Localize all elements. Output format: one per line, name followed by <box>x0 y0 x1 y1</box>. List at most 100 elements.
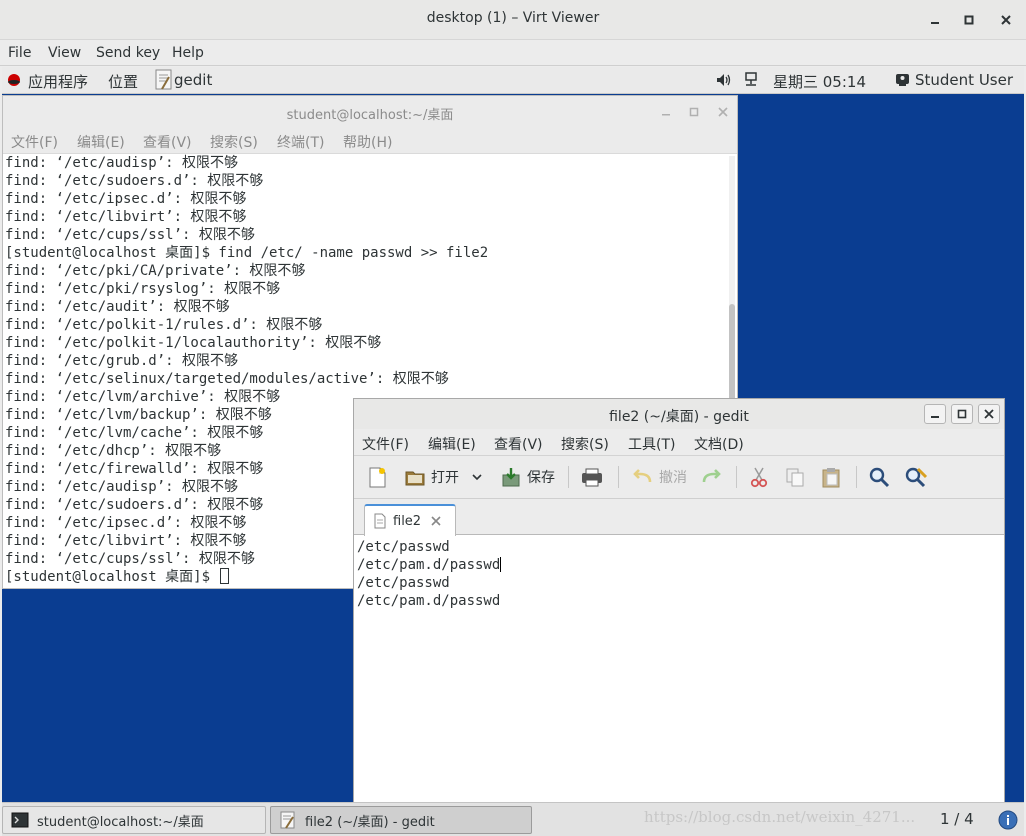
menu-send-key[interactable]: Send key <box>96 45 160 61</box>
text-line: /etc/passwd <box>357 539 450 555</box>
gedit-app-icon <box>154 69 174 91</box>
new-document-button[interactable] <box>366 464 388 490</box>
find-button[interactable] <box>868 464 890 490</box>
paste-button[interactable] <box>820 464 842 490</box>
terminal-maximize-button[interactable] <box>687 105 701 119</box>
network-icon[interactable] <box>744 72 758 88</box>
terminal-titlebar[interactable]: student@localhost:~/桌面 <box>3 96 737 128</box>
menu-view[interactable]: View <box>48 45 81 61</box>
search-icon <box>869 467 890 488</box>
terminal-menu-terminal[interactable]: 终端(T) <box>277 132 324 152</box>
toolbar-separator <box>568 466 569 488</box>
save-icon <box>502 468 520 487</box>
text-line-with-caret: /etc/pam.d/passwd <box>357 556 997 574</box>
bottom-panel: student@localhost:~/桌面 file2 (~/桌面) - ge… <box>2 802 1024 836</box>
terminal-line: find: ‘/etc/audit’: 权限不够 <box>5 299 230 315</box>
volume-icon[interactable] <box>716 73 732 87</box>
workspace-pager[interactable]: 1 / 4 <box>940 810 974 828</box>
redhat-icon <box>7 73 21 87</box>
redo-button[interactable] <box>700 464 724 490</box>
gedit-window[interactable]: file2 (~/桌面) - gedit 文件(F) 编辑(E) 查看(V) 搜… <box>353 398 1005 836</box>
paste-icon <box>822 468 840 488</box>
taskbar-item-label: file2 (~/桌面) - gedit <box>305 814 435 830</box>
running-app-label[interactable]: gedit <box>174 71 212 89</box>
gedit-menu-view[interactable]: 查看(V) <box>494 434 543 454</box>
gedit-maximize-button[interactable] <box>951 404 973 424</box>
menu-help[interactable]: Help <box>172 45 204 61</box>
terminal-minimize-button[interactable] <box>659 105 673 119</box>
terminal-menu-view[interactable]: 查看(V) <box>143 132 192 152</box>
new-document-icon <box>369 467 386 488</box>
text-line: /etc/pam.d/passwd <box>357 593 501 609</box>
terminal-cursor <box>220 568 230 584</box>
gedit-menu-documents[interactable]: 文档(D) <box>694 434 744 454</box>
close-icon <box>718 107 728 117</box>
menu-file[interactable]: File <box>8 45 31 61</box>
open-button[interactable]: 打开 <box>404 464 483 490</box>
copy-button[interactable] <box>784 464 806 490</box>
places-menu[interactable]: 位置 <box>108 71 138 92</box>
maximize-icon <box>957 409 967 419</box>
terminal-prompt: [student@localhost 桌面]$ <box>5 569 219 585</box>
terminal-line: find: ‘/etc/cups/ssl’: 权限不够 <box>5 227 255 243</box>
cut-button[interactable] <box>748 464 770 490</box>
find-replace-button[interactable] <box>904 464 928 490</box>
minimize-icon <box>931 22 939 24</box>
clock[interactable]: 星期三 05:14 <box>773 71 866 92</box>
terminal-menu-file[interactable]: 文件(F) <box>11 132 58 152</box>
terminal-line: find: ‘/etc/polkit-1/localauthority’: 权限… <box>5 335 382 351</box>
close-icon[interactable] <box>431 516 441 526</box>
tab-file2[interactable]: file2 <box>364 504 456 536</box>
folder-icon <box>405 471 425 486</box>
viewer-maximize-button[interactable] <box>958 9 980 31</box>
gedit-menu-search[interactable]: 搜索(S) <box>561 434 609 454</box>
gedit-menubar: 文件(F) 编辑(E) 查看(V) 搜索(S) 工具(T) 文档(D) <box>354 429 1004 456</box>
terminal-menu-edit[interactable]: 编辑(E) <box>77 132 125 152</box>
taskbar-item-label: student@localhost:~/桌面 <box>37 814 204 830</box>
text-line: /etc/passwd <box>357 575 450 591</box>
printer-icon <box>582 468 602 487</box>
info-icon[interactable] <box>998 810 1018 830</box>
terminal-icon <box>11 812 29 828</box>
chevron-down-icon[interactable] <box>471 471 483 483</box>
undo-button-label: 撤消 <box>659 470 687 486</box>
close-icon <box>984 409 994 419</box>
close-icon <box>1001 15 1011 25</box>
viewer-titlebar[interactable]: desktop (1) – Virt Viewer <box>0 0 1026 40</box>
viewer-minimize-button[interactable] <box>924 9 946 31</box>
gedit-icon <box>280 811 295 829</box>
terminal-line: find: ‘/etc/grub.d’: 权限不够 <box>5 353 239 369</box>
gedit-menu-tools[interactable]: 工具(T) <box>628 434 675 454</box>
user-icon <box>895 73 910 87</box>
terminal-menu-search[interactable]: 搜索(S) <box>210 132 258 152</box>
gedit-close-button[interactable] <box>978 404 1000 424</box>
gedit-menu-edit[interactable]: 编辑(E) <box>428 434 476 454</box>
undo-icon <box>633 469 652 483</box>
taskbar-item-terminal[interactable]: student@localhost:~/桌面 <box>2 806 266 834</box>
taskbar-item-gedit[interactable]: file2 (~/桌面) - gedit <box>270 806 532 834</box>
gedit-menu-file[interactable]: 文件(F) <box>362 434 409 454</box>
save-button[interactable]: 保存 <box>500 464 555 490</box>
save-button-label: 保存 <box>527 470 555 486</box>
user-menu[interactable]: Student User <box>915 71 1013 89</box>
gedit-titlebar[interactable]: file2 (~/桌面) - gedit <box>354 399 1004 429</box>
undo-button[interactable]: 撤消 <box>630 464 687 490</box>
gedit-text-area[interactable]: /etc/passwd /etc/pam.d/passwd /etc/passw… <box>357 536 997 834</box>
find-replace-icon <box>905 467 928 488</box>
text-caret <box>500 557 502 572</box>
terminal-close-button[interactable] <box>716 105 730 119</box>
terminal-line: find: ‘/etc/ipsec.d’: 权限不够 <box>5 191 247 207</box>
print-button[interactable] <box>580 464 604 490</box>
maximize-icon <box>689 107 699 117</box>
guest-desktop[interactable]: 应用程序 位置 gedit 星期三 05:14 Student User stu… <box>2 67 1024 836</box>
gedit-tabbar: file2 <box>354 499 1004 536</box>
applications-menu[interactable]: 应用程序 <box>28 71 88 92</box>
terminal-menu-help[interactable]: 帮助(H) <box>343 132 392 152</box>
terminal-line: find: ‘/etc/polkit-1/rules.d’: 权限不够 <box>5 317 323 333</box>
terminal-line: find: ‘/etc/sudoers.d’: 权限不够 <box>5 173 264 189</box>
viewer-close-button[interactable] <box>995 9 1017 31</box>
minimize-icon <box>662 114 670 116</box>
gedit-toolbar: 打开 保存 撤消 <box>354 456 1004 499</box>
gedit-minimize-button[interactable] <box>924 404 946 424</box>
terminal-line: find: ‘/etc/selinux/targeted/modules/act… <box>5 371 449 387</box>
